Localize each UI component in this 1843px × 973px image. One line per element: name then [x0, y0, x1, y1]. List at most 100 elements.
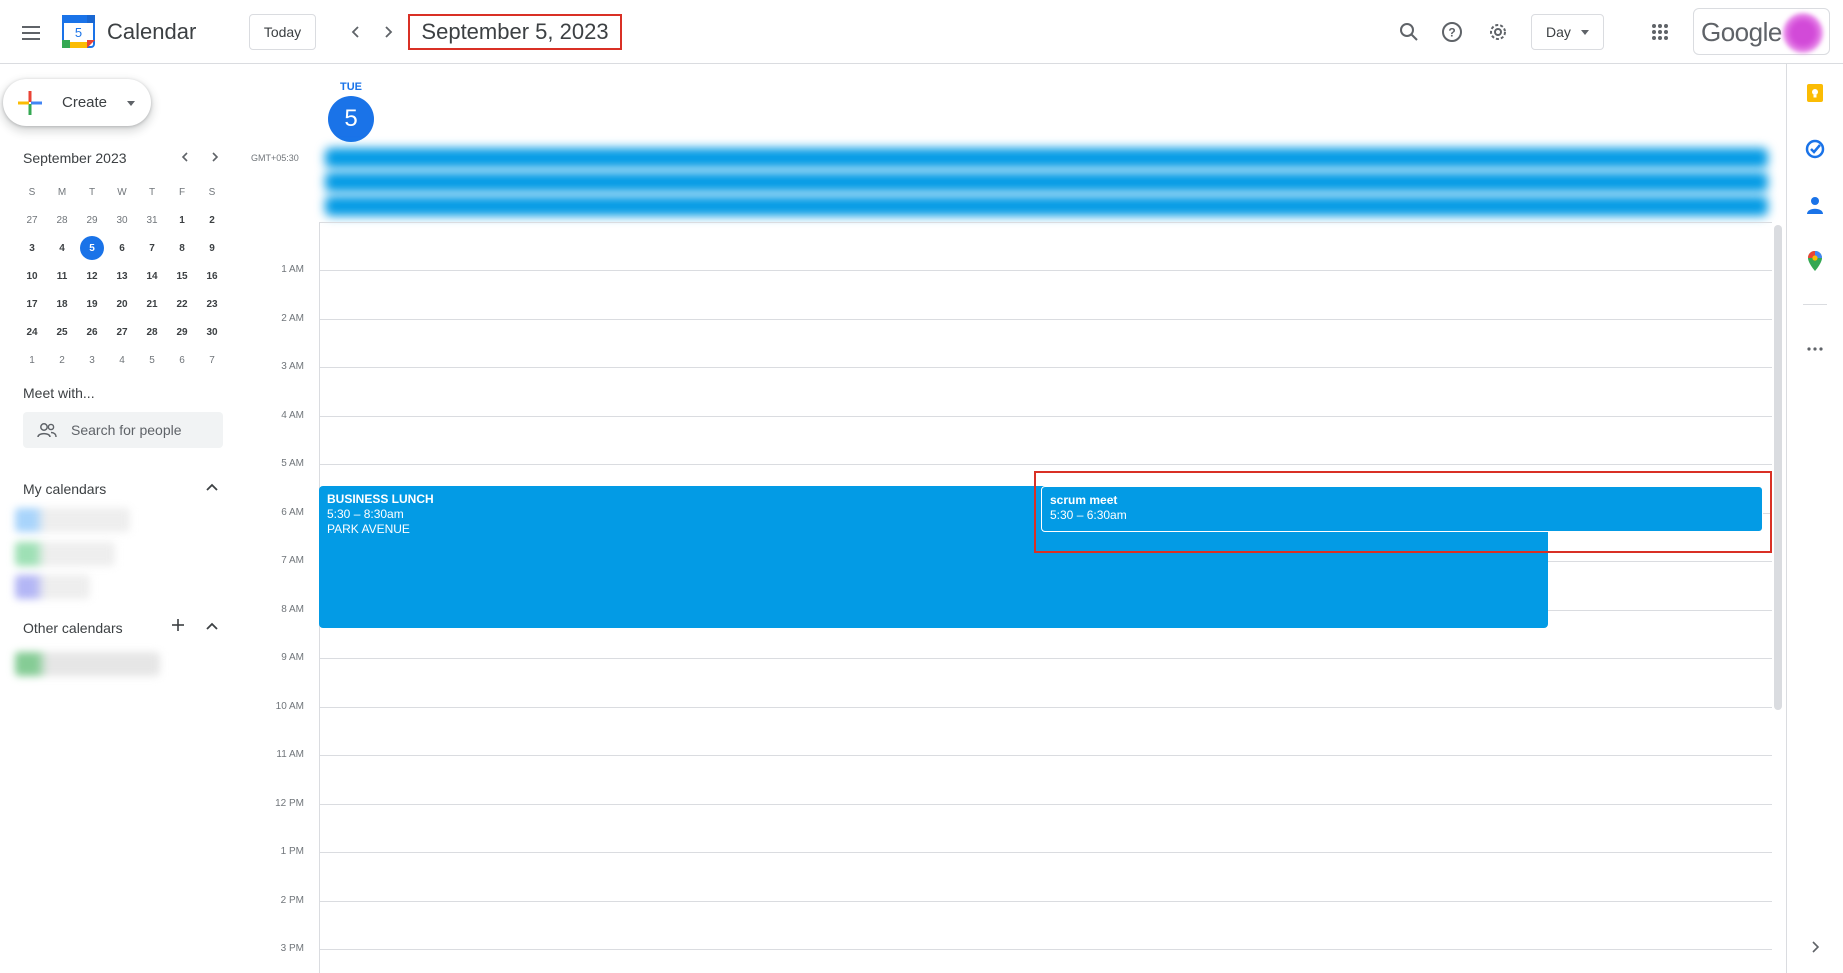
mini-prev-month-chevron-icon[interactable] — [175, 149, 195, 165]
account-avatar[interactable] — [1783, 13, 1823, 53]
mini-calendar-month: September 2023 — [23, 150, 127, 166]
mini-day-cell[interactable]: 1 — [167, 206, 197, 234]
mini-day-cell[interactable]: 26 — [77, 318, 107, 346]
my-calendar-item[interactable] — [15, 508, 130, 532]
search-icon[interactable] — [1393, 16, 1425, 48]
next-day-chevron-icon[interactable] — [375, 19, 401, 45]
mini-weekday-header-row: SMTWTFS — [17, 178, 227, 206]
maps-icon[interactable] — [1804, 250, 1826, 272]
my-calendar-item[interactable] — [15, 542, 115, 566]
mini-day-cell[interactable]: 5 — [77, 234, 107, 262]
more-options-icon[interactable] — [1804, 338, 1826, 360]
mini-day-cell[interactable]: 15 — [167, 262, 197, 290]
hour-divider — [319, 318, 1772, 320]
mini-weekday-head: T — [148, 186, 156, 198]
day-number-badge[interactable]: 5 — [328, 96, 374, 142]
mini-week-row: 1234567 — [17, 346, 227, 374]
mini-day-cell[interactable]: 6 — [107, 234, 137, 262]
mini-day-cell[interactable]: 9 — [197, 234, 227, 262]
tasks-icon[interactable] — [1804, 138, 1826, 160]
mini-day-cell[interactable]: 3 — [77, 346, 107, 374]
mini-day-cell[interactable]: 12 — [77, 262, 107, 290]
mini-day-cell[interactable]: 11 — [47, 262, 77, 290]
contacts-icon[interactable] — [1804, 194, 1826, 216]
mini-day-cell[interactable]: 22 — [167, 290, 197, 318]
expand-side-panel-chevron-icon[interactable] — [1804, 936, 1826, 958]
all-day-event[interactable] — [325, 148, 1768, 168]
annotation-highlight-box — [1034, 471, 1772, 553]
today-button[interactable]: Today — [249, 14, 316, 50]
mini-day-cell[interactable]: 16 — [197, 262, 227, 290]
hour-divider — [319, 270, 1772, 271]
search-people-input[interactable]: Search for people — [23, 412, 223, 448]
add-other-calendar-plus-icon[interactable] — [171, 618, 185, 635]
mini-day-cell[interactable]: 7 — [197, 346, 227, 374]
mini-day-cell[interactable]: 6 — [167, 346, 197, 374]
google-account-area[interactable]: Google — [1693, 8, 1830, 55]
my-calendars-collapse-chevron-icon[interactable] — [205, 480, 219, 497]
mini-day-cell[interactable]: 4 — [47, 234, 77, 262]
mini-day-cell[interactable]: 7 — [137, 234, 167, 262]
mini-day-cell[interactable]: 14 — [137, 262, 167, 290]
mini-next-month-chevron-icon[interactable] — [205, 149, 225, 165]
settings-gear-icon[interactable] — [1482, 16, 1514, 48]
previous-day-chevron-icon[interactable] — [343, 19, 369, 45]
other-calendar-item[interactable] — [15, 652, 160, 676]
keep-icon[interactable] — [1804, 82, 1826, 104]
mini-day-cell[interactable]: 27 — [107, 318, 137, 346]
google-apps-grid-icon[interactable] — [1644, 16, 1676, 48]
mini-day-cell[interactable]: 1 — [17, 346, 47, 374]
mini-day-cell[interactable]: 31 — [137, 206, 167, 234]
help-icon[interactable]: ? — [1436, 16, 1468, 48]
top-bar: 5 Calendar Today September 5, 2023 ? Day… — [0, 0, 1843, 64]
mini-day-cell[interactable]: 21 — [137, 290, 167, 318]
hour-divider — [319, 222, 1772, 223]
hour-divider — [319, 949, 1772, 950]
mini-day-cell[interactable]: 8 — [167, 234, 197, 262]
mini-week-row: 17 18 19 20 21 22 23 — [17, 290, 227, 318]
all-day-event[interactable] — [325, 196, 1768, 216]
my-calendar-item[interactable] — [15, 575, 90, 599]
other-calendars-collapse-chevron-icon[interactable] — [205, 619, 219, 636]
app-title: Calendar — [107, 19, 197, 44]
mini-day-cell[interactable]: 28 — [47, 206, 77, 234]
hour-label: 3 AM — [281, 361, 304, 372]
mini-day-cell[interactable]: 25 — [47, 318, 77, 346]
timezone-label: GMT+05:30 — [251, 153, 299, 163]
view-switcher-label: Day — [1546, 24, 1571, 40]
hour-label: 2 PM — [280, 894, 304, 906]
hour-divider — [319, 803, 1772, 805]
mini-day-cell[interactable]: 24 — [17, 318, 47, 346]
mini-day-cell[interactable]: 29 — [167, 318, 197, 346]
create-button[interactable]: Create — [3, 79, 151, 126]
view-switcher-dropdown[interactable]: Day — [1531, 14, 1604, 50]
mini-day-cell[interactable]: 18 — [47, 290, 77, 318]
mini-day-cell[interactable]: 30 — [197, 318, 227, 346]
mini-day-cell[interactable]: 13 — [107, 262, 137, 290]
other-calendars-title[interactable]: Other calendars — [23, 620, 123, 636]
mini-day-cell[interactable]: 19 — [77, 290, 107, 318]
mini-day-cell[interactable]: 28 — [137, 318, 167, 346]
all-day-event[interactable] — [325, 172, 1768, 192]
mini-day-cell[interactable]: 20 — [107, 290, 137, 318]
create-dropdown-caret-icon[interactable] — [127, 101, 135, 106]
svg-text:?: ? — [1448, 26, 1455, 40]
mini-day-cell[interactable]: 5 — [137, 346, 167, 374]
mini-day-cell[interactable]: 2 — [197, 206, 227, 234]
main-menu-icon[interactable] — [14, 16, 48, 50]
mini-day-cell[interactable]: 30 — [107, 206, 137, 234]
mini-day-cell[interactable]: 10 — [17, 262, 47, 290]
grid-scrollbar[interactable] — [1774, 225, 1782, 710]
mini-day-cell[interactable]: 3 — [17, 234, 47, 262]
mini-day-cell[interactable]: 27 — [17, 206, 47, 234]
mini-day-cell[interactable]: 29 — [77, 206, 107, 234]
mini-day-cell[interactable]: 23 — [197, 290, 227, 318]
mini-day-cell[interactable]: 4 — [107, 346, 137, 374]
mini-day-cell[interactable]: 2 — [47, 346, 77, 374]
mini-weekday-head: S — [28, 186, 36, 198]
my-calendars-title[interactable]: My calendars — [23, 481, 106, 497]
hour-divider — [319, 706, 1772, 708]
hour-label: 10 AM — [275, 700, 304, 712]
mini-day-cell[interactable]: 17 — [17, 290, 47, 318]
hour-label: 8 AM — [281, 603, 304, 615]
